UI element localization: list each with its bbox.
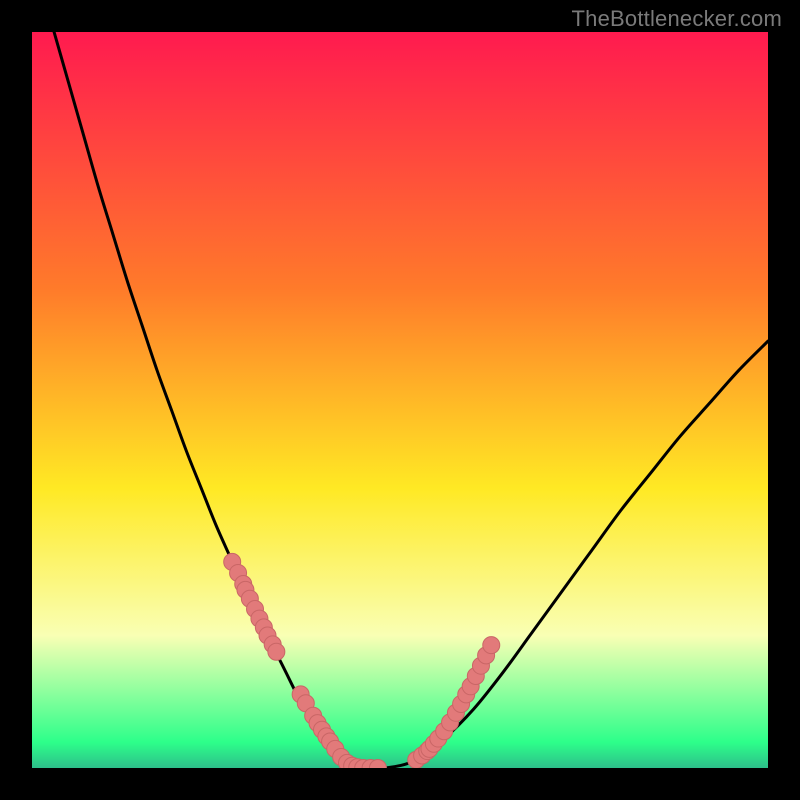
gradient-bg bbox=[32, 32, 768, 768]
plot-area bbox=[32, 32, 768, 768]
data-point bbox=[268, 643, 285, 660]
attribution-label: TheBottlenecker.com bbox=[572, 6, 782, 32]
data-point bbox=[483, 637, 500, 654]
chart-svg bbox=[32, 32, 768, 768]
chart-frame: TheBottlenecker.com bbox=[0, 0, 800, 800]
